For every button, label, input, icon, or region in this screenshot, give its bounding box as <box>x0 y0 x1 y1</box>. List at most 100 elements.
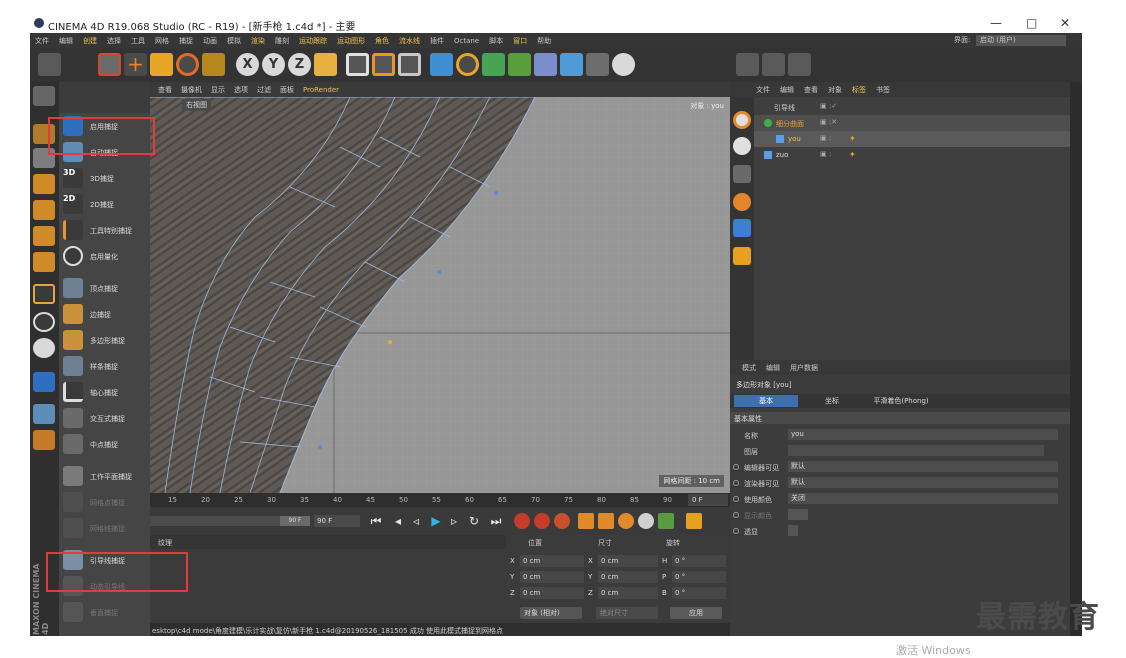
material-menu-texture[interactable]: 纹理 <box>158 539 172 547</box>
close-button[interactable]: ✕ <box>1060 16 1070 30</box>
workplane-grid-icon[interactable] <box>33 404 55 424</box>
array-icon[interactable] <box>508 53 531 76</box>
position-x-field[interactable]: 0 cm <box>520 555 584 567</box>
layout-preset-2-icon[interactable] <box>762 53 785 76</box>
axis-mode-icon[interactable] <box>33 252 55 272</box>
menu-simulate[interactable]: 模拟 <box>222 33 246 46</box>
tab-coordinates[interactable]: 坐标 <box>800 395 864 407</box>
am-menu-mode[interactable]: 模式 <box>730 360 761 373</box>
solo-object-icon[interactable] <box>733 111 751 129</box>
animation-dot-icon[interactable] <box>733 512 739 518</box>
camera-icon[interactable] <box>586 53 609 76</box>
visibility-toggles[interactable]: ▣ : <box>820 134 831 142</box>
deformer-icon[interactable] <box>534 53 557 76</box>
render-visible-dropdown[interactable]: 默认 <box>788 477 1058 488</box>
rotation-p-field[interactable]: 0 ° <box>672 571 726 583</box>
size-z-field[interactable]: 0 cm <box>598 587 658 599</box>
cube-icon[interactable] <box>430 53 453 76</box>
menu-file[interactable]: 文件 <box>30 33 54 46</box>
menu-octane[interactable]: Octane <box>449 34 484 45</box>
menu-sculpt[interactable]: 雕刻 <box>270 33 294 46</box>
frame-range-slider[interactable]: 90 F <box>150 516 310 526</box>
polygons-mode-icon[interactable] <box>33 226 55 246</box>
viewport-menu-view[interactable]: 查看 <box>150 82 177 95</box>
layout-dropdown[interactable]: 启动 (用户) <box>976 35 1066 46</box>
object-row[interactable]: 引导线 ▣ :✓ <box>754 99 1070 115</box>
pla-key-icon[interactable] <box>658 513 674 529</box>
menu-create[interactable]: 创建 <box>78 33 102 46</box>
size-y-field[interactable]: 0 cm <box>598 571 658 583</box>
tab-phong[interactable]: 平滑着色(Phong) <box>866 395 936 407</box>
z-axis-icon[interactable]: Z <box>288 53 311 76</box>
animation-dot-icon[interactable] <box>733 496 739 502</box>
record-keys-icon[interactable] <box>514 513 530 529</box>
workplane-icon[interactable] <box>33 284 55 304</box>
timeline-window-icon[interactable] <box>686 513 702 529</box>
viewport-menu-panel[interactable]: 面板 <box>276 82 299 95</box>
menu-mograph[interactable]: 运动图形 <box>332 33 370 46</box>
rotation-key-icon[interactable] <box>618 513 634 529</box>
menu-select[interactable]: 选择 <box>102 33 126 46</box>
scale-key-icon[interactable] <box>598 513 614 529</box>
menu-animate[interactable]: 动画 <box>198 33 222 46</box>
menu-motion-tracking[interactable]: 运动跟踪 <box>294 33 332 46</box>
use-color-dropdown[interactable]: 关闭 <box>788 493 1058 504</box>
menu-pipeline[interactable]: 流水线 <box>394 33 425 46</box>
rotation-h-field[interactable]: 0 ° <box>672 555 726 567</box>
coordinate-system-icon[interactable] <box>314 53 337 76</box>
x-axis-icon[interactable]: X <box>236 53 259 76</box>
om-menu-file[interactable]: 文件 <box>730 82 775 95</box>
menu-help[interactable]: 帮助 <box>532 33 556 46</box>
solo-hierarchy-icon[interactable] <box>733 137 751 155</box>
menu-window[interactable]: 窗口 <box>508 33 532 46</box>
animation-dot-icon[interactable] <box>733 528 739 534</box>
coords-apply-button[interactable]: 应用 <box>670 607 722 619</box>
auto-keying-icon[interactable] <box>534 513 550 529</box>
menu-plugins[interactable]: 插件 <box>425 33 449 46</box>
timeline-ruler[interactable]: 15 20 25 30 35 40 45 50 55 60 65 70 75 8… <box>150 493 730 507</box>
om-menu-tags[interactable]: 标签 <box>847 82 871 95</box>
y-axis-icon[interactable]: Y <box>262 53 285 76</box>
render-settings-icon[interactable] <box>398 53 421 76</box>
render-picture-viewer-icon[interactable] <box>372 53 395 76</box>
end-frame-field[interactable]: 90 F <box>314 515 360 527</box>
undo-icon[interactable] <box>38 53 61 76</box>
om-menu-objects[interactable]: 对象 <box>823 82 847 95</box>
edges-mode-icon[interactable] <box>33 200 55 220</box>
name-field[interactable]: you <box>788 429 1058 440</box>
display-color-swatch[interactable] <box>788 509 808 520</box>
layout-selector[interactable]: 界面: 启动 (用户) <box>954 35 1066 46</box>
om-menu-view[interactable]: 查看 <box>799 82 823 95</box>
next-keyframe-icon[interactable]: ↻ <box>466 513 482 529</box>
previous-keyframe-icon[interactable]: ◂ <box>390 513 406 529</box>
viewport-canvas[interactable]: 右视图 对象 : you 网格间距 : 10 cm <box>150 97 730 493</box>
floor-icon[interactable] <box>560 53 583 76</box>
viewport-menu-camera[interactable]: 摄像机 <box>177 82 207 95</box>
viewport-menu-display[interactable]: 显示 <box>207 82 230 95</box>
layout-preset-1-icon[interactable] <box>736 53 759 76</box>
viewport-menu-filter[interactable]: 过滤 <box>253 82 276 95</box>
coords-size-mode-dropdown[interactable]: 绝对尺寸 <box>596 607 658 619</box>
light-icon[interactable] <box>612 53 635 76</box>
menu-script[interactable]: 脚本 <box>484 33 508 46</box>
right-side-tabs[interactable] <box>1070 82 1082 636</box>
editor-visible-dropdown[interactable]: 默认 <box>788 461 1058 472</box>
render-view-icon[interactable] <box>346 53 369 76</box>
pen-spline-icon[interactable] <box>456 53 479 76</box>
keyframe-selection-icon[interactable] <box>554 513 570 529</box>
scale-icon[interactable] <box>150 53 173 76</box>
menu-mesh[interactable]: 网格 <box>150 33 174 46</box>
visibility-toggles[interactable]: ▣ :✓ <box>820 102 837 110</box>
menu-edit[interactable]: 编辑 <box>54 33 78 46</box>
viewport-menu-options[interactable]: 选项 <box>230 82 253 95</box>
tag-icon[interactable]: ✦ <box>849 150 856 159</box>
previous-frame-icon[interactable]: ◃ <box>408 513 424 529</box>
object-row[interactable]: you ▣ : ✦ <box>754 131 1070 147</box>
go-to-start-icon[interactable]: ⏮ <box>368 513 384 529</box>
am-menu-edit[interactable]: 编辑 <box>761 360 785 373</box>
minimize-button[interactable]: — <box>990 16 1002 30</box>
current-frame-field[interactable]: 0 F <box>688 494 728 506</box>
parameter-key-icon[interactable] <box>638 513 654 529</box>
symmetry-icon[interactable] <box>733 219 751 237</box>
frame-range-end[interactable]: 90 F <box>280 516 310 526</box>
